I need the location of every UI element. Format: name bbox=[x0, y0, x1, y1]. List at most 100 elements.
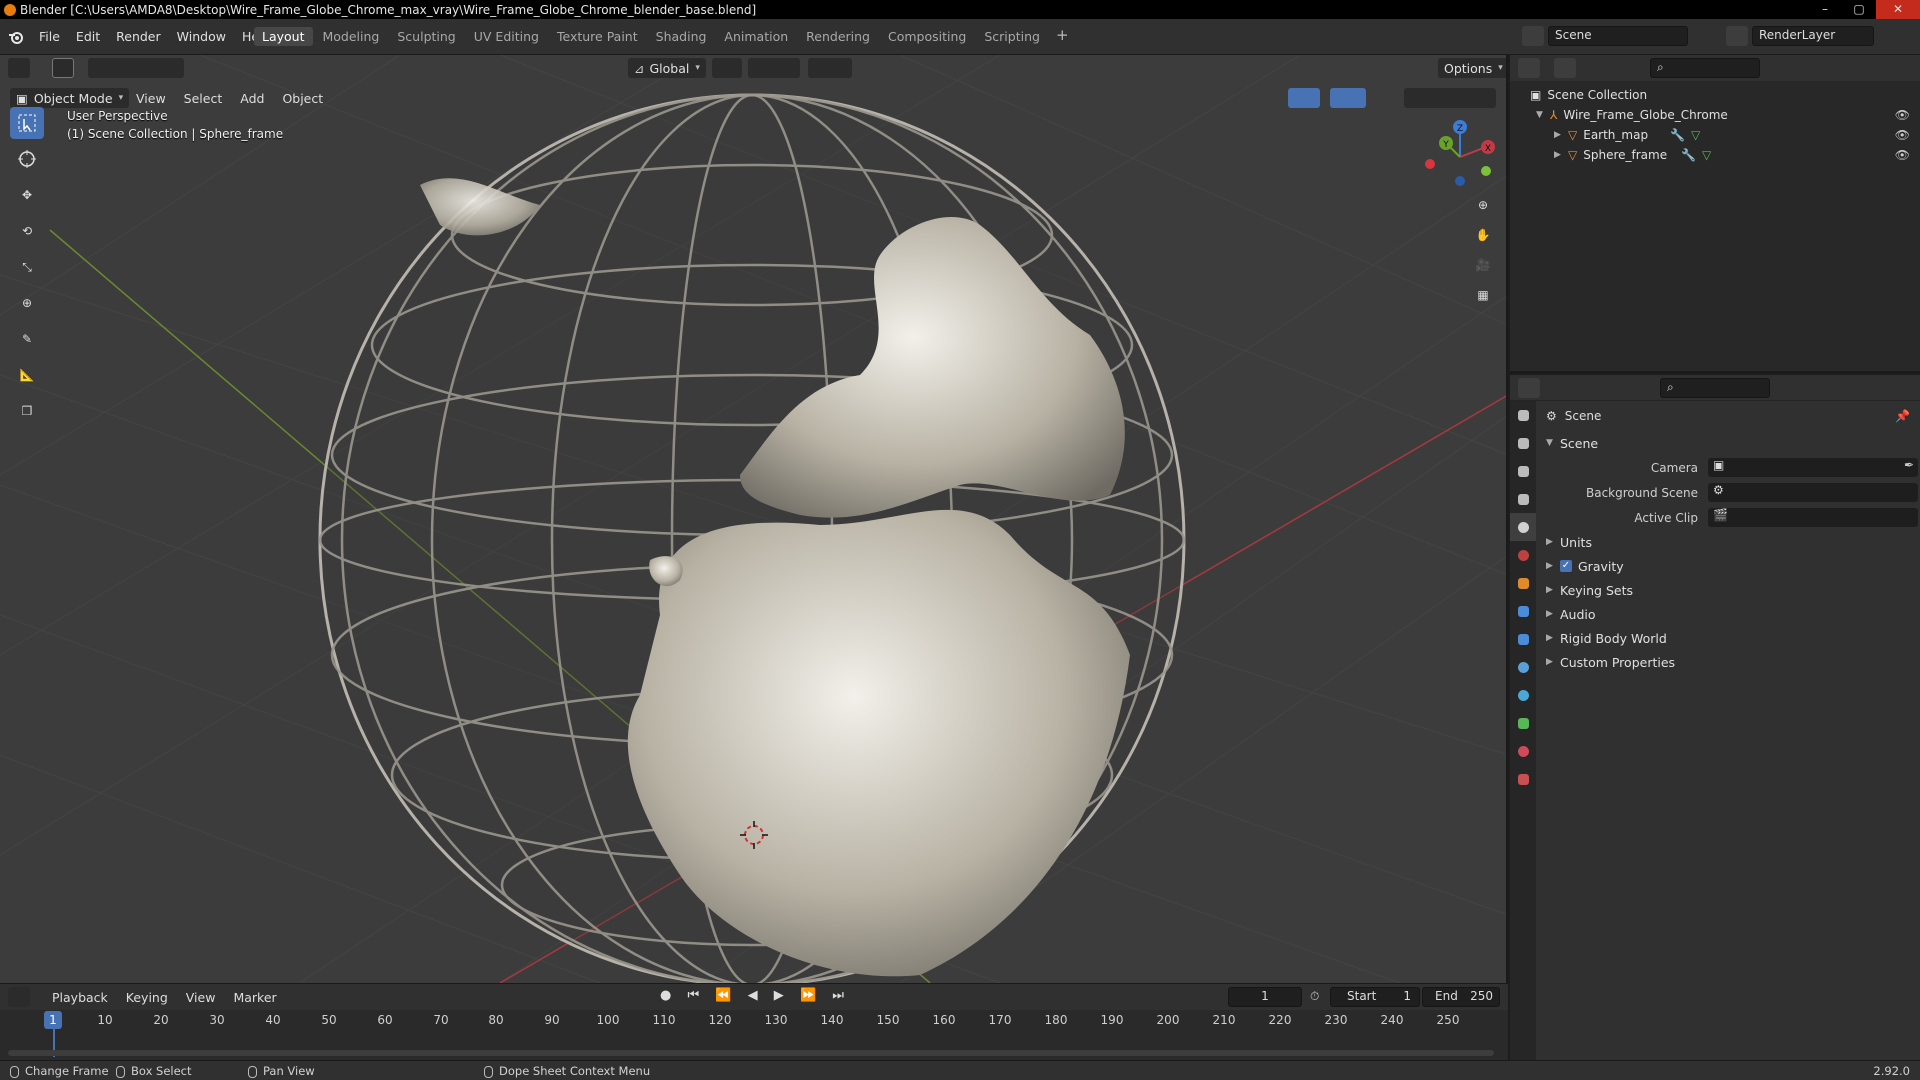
select-box-tool[interactable] bbox=[10, 107, 44, 139]
keying-sets-section[interactable]: ▶ Keying Sets bbox=[1538, 578, 1920, 602]
gravity-section[interactable]: ▶ ✓ Gravity bbox=[1538, 554, 1920, 578]
navigation-gizmo[interactable]: Z X Y bbox=[1420, 115, 1500, 195]
units-section[interactable]: ▶ Units bbox=[1538, 530, 1920, 554]
xray-toggle-icon[interactable] bbox=[1380, 88, 1400, 108]
expand-arrow-icon[interactable]: ▶ bbox=[1554, 130, 1568, 140]
menu-window[interactable]: Window bbox=[170, 27, 233, 46]
rigid-body-world-section[interactable]: ▶ Rigid Body World bbox=[1538, 626, 1920, 650]
3d-viewport[interactable]: ⊿ Global ▾ Options ▾ ▣ Object Mode ▾ View S… bbox=[0, 55, 1508, 983]
pin-icon[interactable]: 📌 bbox=[1895, 409, 1910, 423]
viewport-menu-add[interactable]: Add bbox=[232, 89, 272, 108]
view-layer-browse-icon[interactable] bbox=[1726, 26, 1748, 46]
prev-keyframe-icon[interactable]: ⏪ bbox=[715, 988, 737, 1003]
tab-output[interactable] bbox=[1510, 457, 1536, 485]
options-dropdown[interactable]: Options ▾ bbox=[1438, 58, 1506, 78]
gizmo-neg-z[interactable] bbox=[1455, 176, 1465, 186]
timeline-menu-playback[interactable]: Playback bbox=[44, 988, 116, 1007]
tab-object[interactable] bbox=[1510, 569, 1536, 597]
pivot-point-icon[interactable] bbox=[712, 58, 742, 78]
tab-animation[interactable]: Animation bbox=[716, 27, 796, 46]
tab-physics[interactable] bbox=[1510, 653, 1536, 681]
add-workspace-button[interactable]: + bbox=[1050, 27, 1075, 46]
eye-icon[interactable]: 👁 bbox=[1895, 148, 1910, 162]
custom-properties-section[interactable]: ▶ Custom Properties bbox=[1538, 650, 1920, 674]
viewport-menu-object[interactable]: Object bbox=[274, 89, 331, 108]
object-mode-dropdown[interactable]: ▣ Object Mode ▾ bbox=[10, 88, 130, 108]
add-cube-tool[interactable]: ❒ bbox=[10, 395, 44, 427]
tab-uv-editing[interactable]: UV Editing bbox=[466, 27, 547, 46]
measure-tool[interactable]: 📐 bbox=[10, 359, 44, 391]
jump-start-icon[interactable]: ⏮ bbox=[687, 988, 705, 1003]
mesh-data-icon[interactable]: ▽ bbox=[1702, 148, 1711, 162]
properties-editor-type-icon[interactable] bbox=[1518, 378, 1540, 398]
modifier-wrench-icon[interactable]: 🔧 bbox=[1681, 148, 1696, 162]
outliner-row-sphere-frame[interactable]: ▶ ▽ Sphere_frame 🔧 ▽ 👁 bbox=[1510, 145, 1920, 165]
outliner-row-collection[interactable]: ▼ ⅄ Wire_Frame_Globe_Chrome 👁 bbox=[1510, 105, 1920, 125]
outliner-editor-type-icon[interactable] bbox=[1518, 58, 1540, 78]
shading-mode-buttons[interactable] bbox=[1404, 88, 1496, 108]
timeline-scrollbar[interactable] bbox=[8, 1050, 1494, 1056]
overlays-toggle-icon[interactable] bbox=[1330, 88, 1366, 108]
tab-shading[interactable]: Shading bbox=[648, 27, 715, 46]
tab-world[interactable] bbox=[1510, 541, 1536, 569]
tab-tool[interactable] bbox=[1510, 401, 1536, 429]
outliner-row-scene-collection[interactable]: ▣ Scene Collection bbox=[1510, 85, 1920, 105]
rotate-tool[interactable]: ⟲ bbox=[10, 215, 44, 247]
current-frame-field[interactable]: 1 bbox=[1228, 987, 1302, 1007]
tab-render[interactable] bbox=[1510, 429, 1536, 457]
timeline-editor-type-icon[interactable] bbox=[8, 987, 30, 1007]
blender-menu-icon[interactable] bbox=[8, 29, 24, 45]
move-tool[interactable]: ✥ bbox=[10, 179, 44, 211]
expand-arrow-icon[interactable]: ▼ bbox=[1536, 110, 1550, 120]
proportional-editing-icon[interactable] bbox=[808, 58, 852, 78]
tab-view-layer[interactable] bbox=[1510, 485, 1536, 513]
scene-browse-icon[interactable] bbox=[1522, 26, 1544, 46]
play-icon[interactable]: ▶ bbox=[774, 988, 790, 1003]
menu-file[interactable]: File bbox=[32, 27, 67, 46]
tab-sculpting[interactable]: Sculpting bbox=[389, 27, 463, 46]
menu-render[interactable]: Render bbox=[109, 27, 168, 46]
timeline-menu-keying[interactable]: Keying bbox=[118, 988, 176, 1007]
tab-data[interactable] bbox=[1510, 709, 1536, 737]
mesh-data-icon[interactable]: ▽ bbox=[1691, 128, 1700, 142]
transform-orientation-dropdown[interactable]: ⊿ Global ▾ bbox=[628, 58, 706, 78]
minimize-button[interactable]: – bbox=[1808, 0, 1842, 19]
properties-search-input[interactable]: ⌕ bbox=[1660, 378, 1770, 398]
pan-hand-icon[interactable]: ✋ bbox=[1470, 222, 1496, 248]
record-icon[interactable]: ● bbox=[660, 988, 677, 1003]
gizmo-neg-x[interactable] bbox=[1425, 159, 1435, 169]
tab-material[interactable] bbox=[1510, 737, 1536, 765]
scale-tool[interactable]: ⤡ bbox=[10, 251, 44, 283]
tab-scripting[interactable]: Scripting bbox=[976, 27, 1048, 46]
eye-icon[interactable]: 👁 bbox=[1895, 128, 1910, 142]
globe-object[interactable] bbox=[318, 93, 1186, 983]
select-tool-icon[interactable] bbox=[52, 58, 74, 78]
maximize-button[interactable]: ▢ bbox=[1842, 0, 1876, 19]
jump-end-icon[interactable]: ⏭ bbox=[832, 988, 850, 1003]
selection-mode-buttons[interactable] bbox=[88, 58, 184, 78]
eye-icon[interactable]: 👁 bbox=[1895, 108, 1910, 122]
tab-texture[interactable] bbox=[1510, 765, 1536, 793]
scene-name-field[interactable]: Scene bbox=[1548, 26, 1688, 46]
transform-tool[interactable]: ⊕ bbox=[10, 287, 44, 319]
annotate-tool[interactable]: ✎ bbox=[10, 323, 44, 355]
tab-constraints[interactable] bbox=[1510, 681, 1536, 709]
gizmo-neg-y[interactable] bbox=[1481, 166, 1491, 176]
tab-particles[interactable] bbox=[1510, 625, 1536, 653]
viewport-menu-select[interactable]: Select bbox=[176, 89, 231, 108]
expand-arrow-icon[interactable]: ▶ bbox=[1554, 150, 1568, 160]
zoom-icon[interactable]: ⊕ bbox=[1470, 192, 1496, 218]
tab-rendering[interactable]: Rendering bbox=[798, 27, 878, 46]
next-keyframe-icon[interactable]: ⏩ bbox=[800, 988, 822, 1003]
cursor-tool[interactable] bbox=[10, 143, 44, 175]
menu-edit[interactable]: Edit bbox=[69, 27, 107, 46]
tab-compositing[interactable]: Compositing bbox=[880, 27, 974, 46]
end-frame-field[interactable]: End 250 bbox=[1422, 987, 1500, 1007]
camera-field[interactable]: ▣ ✒ bbox=[1708, 458, 1918, 477]
snap-icon[interactable] bbox=[748, 58, 800, 78]
ortho-grid-icon[interactable]: ▦ bbox=[1470, 282, 1496, 308]
play-reverse-icon[interactable]: ◀ bbox=[748, 988, 764, 1003]
filter-icon[interactable] bbox=[1870, 58, 1900, 78]
scene-panel-header[interactable]: ▼ Scene bbox=[1538, 431, 1920, 455]
eyedropper-icon[interactable]: ✒ bbox=[1904, 458, 1914, 472]
